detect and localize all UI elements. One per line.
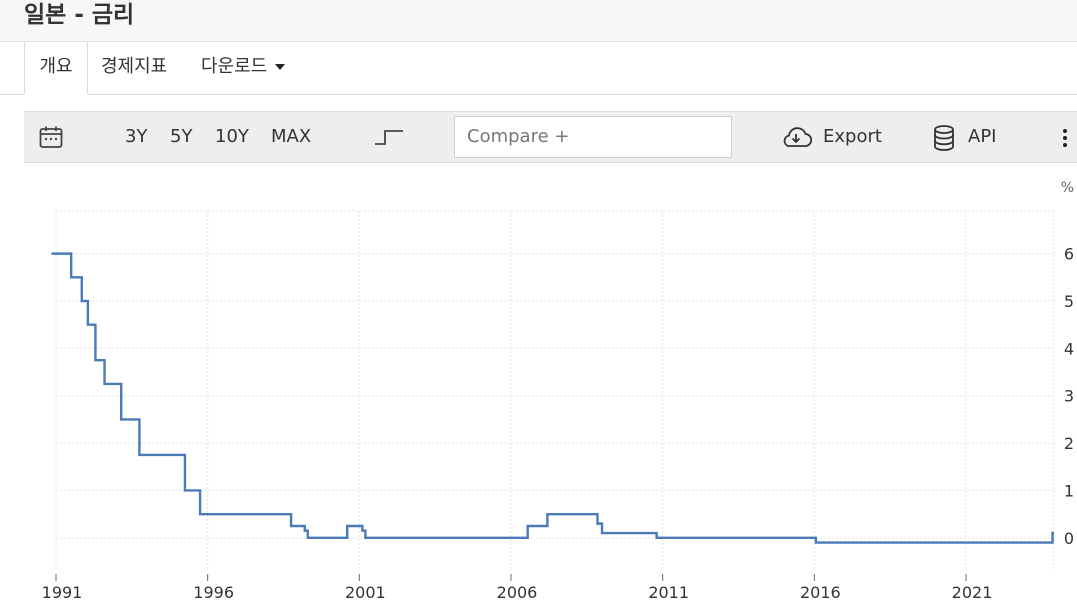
y-tick-label: 5: [1064, 292, 1074, 311]
tab-overview[interactable]: 개요: [24, 42, 88, 95]
caret-down-icon: [275, 64, 286, 70]
interest-rate-chart: % 0 1 2 3 4 5 6 1991 1996 2001 2006 2011 2016 2021: [42, 180, 1074, 602]
tab-download[interactable]: 다운로드: [201, 42, 286, 94]
tab-overview-label: 개요: [39, 56, 73, 77]
y-tick-label: 3: [1064, 387, 1074, 406]
y-tick-label: 0: [1064, 529, 1074, 548]
y-tick-label: 1: [1064, 481, 1074, 500]
range-3y-button[interactable]: 3Y: [125, 112, 147, 162]
compare-input[interactable]: Compare +: [454, 116, 732, 158]
chart-toolbar: 3Y 5Y 10Y MAX Compare + Export API: [24, 111, 1077, 163]
range-10y-button[interactable]: 10Y: [215, 112, 249, 162]
unit-label: %: [1061, 180, 1074, 196]
y-tick-label: 2: [1064, 434, 1074, 453]
tab-indicators-label: 경제지표: [101, 56, 168, 77]
range-max-button[interactable]: MAX: [271, 112, 311, 162]
y-tick-label: 4: [1064, 339, 1074, 358]
compare-placeholder: Compare +: [467, 126, 570, 147]
x-tick-label: 1991: [42, 583, 83, 602]
range-5y-button[interactable]: 5Y: [170, 112, 192, 162]
calendar-icon[interactable]: [39, 125, 63, 149]
tab-indicators[interactable]: 경제지표: [101, 42, 167, 94]
more-vertical-icon[interactable]: [1062, 128, 1068, 148]
tab-bar: 개요 경제지표 다운로드: [0, 42, 1077, 95]
cloud-download-icon[interactable]: [780, 126, 812, 148]
database-icon[interactable]: [933, 125, 955, 151]
x-tick-label: 2006: [497, 583, 538, 602]
x-tick-label: 2001: [345, 583, 386, 602]
x-tick-label: 2011: [648, 583, 689, 602]
page-title: 일본 - 금리: [24, 2, 135, 28]
chart-grid: [55, 210, 1055, 571]
series-line: [51, 252, 1054, 544]
tab-download-label: 다운로드: [201, 56, 268, 77]
x-tick-label: 2016: [800, 583, 841, 602]
step-line-icon[interactable]: [374, 126, 404, 148]
x-axis-ticks: 1991 1996 2001 2006 2011 2016 2021: [42, 574, 993, 602]
x-tick-label: 2021: [952, 583, 993, 602]
api-button[interactable]: API: [968, 112, 996, 162]
title-band: [0, 0, 1077, 42]
y-axis-ticks: 0 1 2 3 4 5 6: [1064, 245, 1074, 548]
export-button[interactable]: Export: [823, 112, 882, 162]
y-tick-label: 6: [1064, 245, 1074, 264]
x-tick-label: 1996: [193, 583, 234, 602]
